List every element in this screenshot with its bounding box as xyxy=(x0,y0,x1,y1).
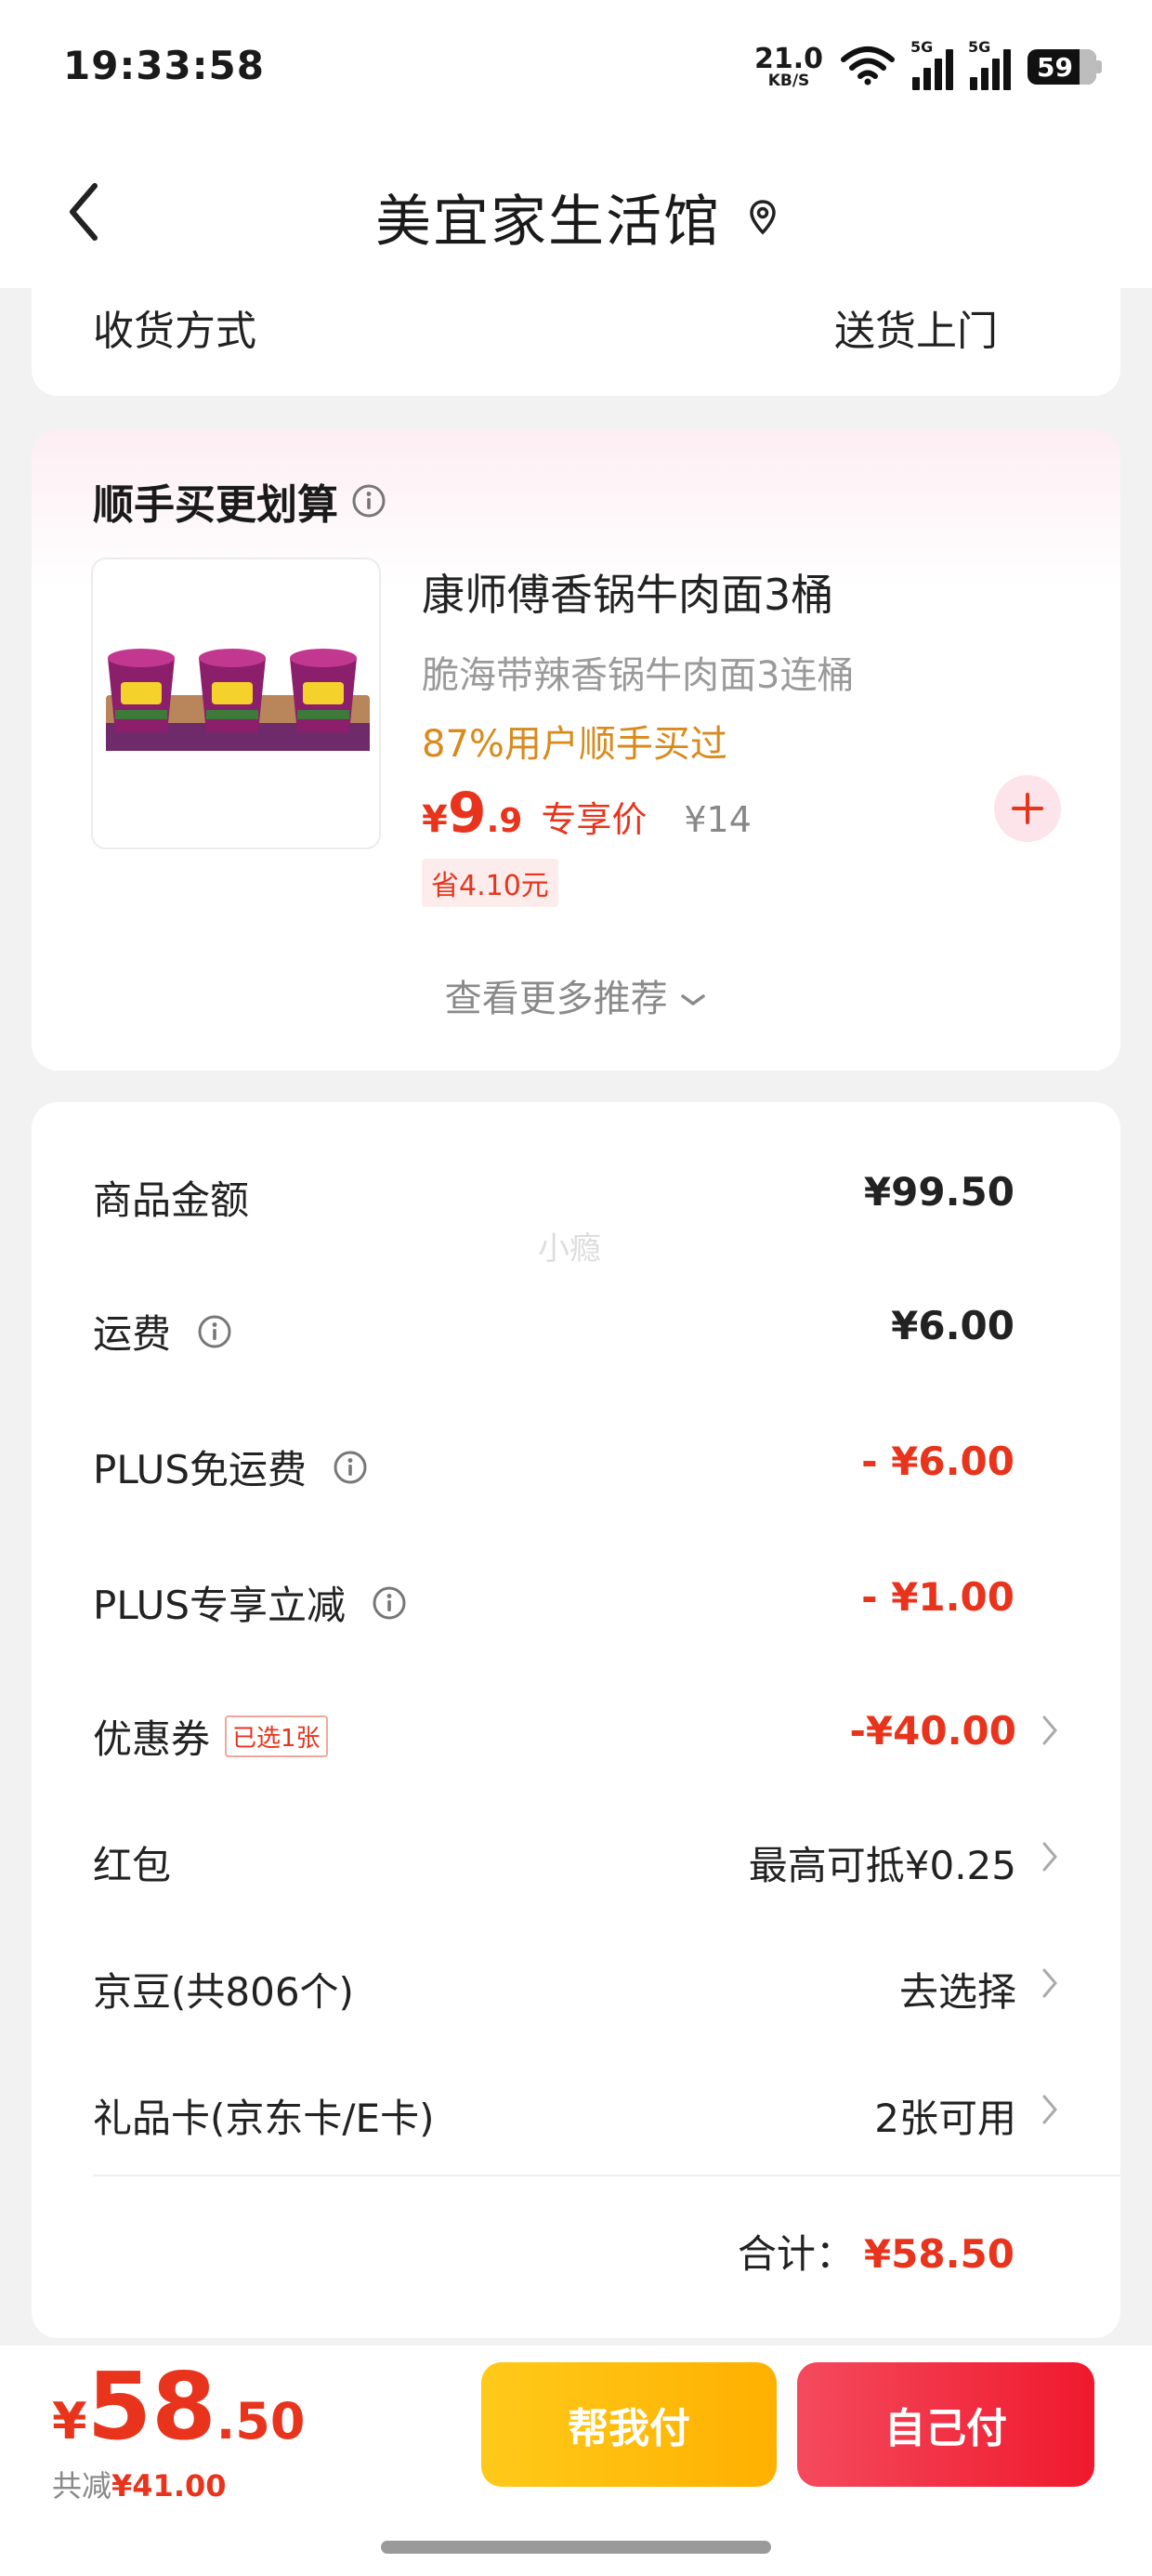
watermark-text: 小瘾 xyxy=(538,1230,601,1268)
row-label-text: 礼品卡(京东卡/E卡) xyxy=(93,2096,435,2141)
info-icon[interactable] xyxy=(333,1450,368,1485)
product-subtitle: 脆海带辣香锅牛肉面3连桶 xyxy=(422,654,855,697)
gift-card-row[interactable]: 礼品卡(京东卡/E卡) xyxy=(93,2087,434,2144)
price-currency: ¥ xyxy=(422,798,448,841)
network-speed: 21.0 KB/S xyxy=(753,42,823,90)
savings-badge: 省4.10元 xyxy=(422,859,558,907)
original-price: ¥14 xyxy=(684,799,752,840)
recommend-card: 顺手买更划算 康师傅香锅牛肉面3桶 脆海带辣香锅牛肉面3连桶 87%用户顺手买过… xyxy=(32,429,1120,1071)
more-recommend-link[interactable]: 查看更多推荐 xyxy=(32,968,1120,1022)
chevron-right-icon xyxy=(1042,1968,1057,1998)
pay-myself-button[interactable]: 自己付 xyxy=(797,2362,1094,2487)
coupon-row[interactable]: 优惠券 已选1张 xyxy=(93,1708,328,1765)
chevron-right-icon xyxy=(1042,1715,1057,1745)
payable-currency: ¥ xyxy=(52,2392,87,2451)
page-title: 美宜家生活馆 xyxy=(0,177,1152,257)
exclusive-price-label: 专享价 xyxy=(541,799,648,840)
red-packet-row[interactable]: 红包 xyxy=(93,1834,171,1891)
row-label-text: PLUS专享立减 xyxy=(93,1583,347,1628)
location-pin-icon[interactable] xyxy=(749,185,777,250)
status-bar: 19:33:58 21.0 KB/S 5G 5G 59 xyxy=(0,0,1152,139)
coupon-selected-badge: 已选1张 xyxy=(225,1715,328,1757)
gift-card-value[interactable]: 2张可用 xyxy=(874,2087,1016,2144)
shipping-fee-value: ¥6.00 xyxy=(891,1303,1015,1348)
total-value: ¥58.50 xyxy=(863,2231,1015,2277)
plus-icon xyxy=(1012,793,1043,824)
chevron-right-icon xyxy=(1042,2095,1057,2124)
signal-type-label: 5G xyxy=(968,38,991,56)
row-label-text: 京豆(共806个) xyxy=(93,1969,354,2015)
shipping-fee-label: 运费 xyxy=(93,1303,232,1360)
chevron-down-icon xyxy=(681,994,706,1006)
wifi-icon xyxy=(840,45,896,89)
info-icon[interactable] xyxy=(351,483,386,519)
goods-amount-label: 商品金额 xyxy=(93,1169,249,1226)
price-decimal: .9 xyxy=(486,802,523,840)
red-packet-value[interactable]: 最高可抵¥0.25 xyxy=(749,1834,1016,1891)
network-speed-unit: KB/S xyxy=(767,71,810,90)
jd-beans-value[interactable]: 去选择 xyxy=(899,1961,1016,2017)
signal-icon: 5G xyxy=(968,38,1011,90)
store-name: 美宜家生活馆 xyxy=(375,190,721,255)
price-summary-card: 小瘾 商品金额 ¥99.50 运费 ¥6.00 PLUS免运费 - ¥6.00 … xyxy=(32,1102,1120,2338)
home-indicator[interactable] xyxy=(381,2541,771,2554)
payable-amount: ¥ 58 .50 xyxy=(52,2360,305,2453)
add-to-cart-button[interactable] xyxy=(994,775,1061,842)
total-savings-label: 共减 xyxy=(52,2468,112,2504)
help-me-pay-button[interactable]: 帮我付 xyxy=(481,2362,777,2487)
product-bought-rate: 87%用户顺手买过 xyxy=(422,723,727,766)
battery-icon: 59 xyxy=(1028,49,1102,85)
signal-icon: 5G xyxy=(910,38,953,90)
info-icon[interactable] xyxy=(197,1314,232,1349)
row-label-text: 优惠券 xyxy=(93,1716,211,1762)
status-icons: 21.0 KB/S 5G 5G 59 xyxy=(753,38,1102,93)
product-price-row: ¥ 9 .9 专享价 ¥14 xyxy=(422,781,752,846)
info-icon[interactable] xyxy=(372,1585,407,1621)
delivery-card: 收货方式 送货上门 xyxy=(32,269,1120,396)
jd-beans-row[interactable]: 京豆(共806个) xyxy=(93,1961,354,2017)
goods-amount-value: ¥99.50 xyxy=(863,1169,1015,1215)
battery-level: 59 xyxy=(1037,51,1073,83)
more-recommend-label: 查看更多推荐 xyxy=(444,978,668,1020)
row-label-text: 红包 xyxy=(93,1843,172,1888)
chevron-right-icon xyxy=(1042,1842,1057,1872)
coupon-value[interactable]: -¥40.00 xyxy=(849,1708,1016,1754)
delivery-method-label: 收货方式 xyxy=(93,308,256,355)
divider xyxy=(93,2175,1120,2176)
delivery-method-value[interactable]: 送货上门 xyxy=(834,297,998,357)
product-name[interactable]: 康师傅香锅牛肉面3桶 xyxy=(422,561,833,623)
nav-bar: 美宜家生活馆 xyxy=(0,139,1152,288)
row-label-text: PLUS免运费 xyxy=(93,1447,308,1492)
checkout-bar: ¥ 58 .50 共减¥41.00 帮我付 自己付 xyxy=(0,2346,1152,2576)
status-time: 19:33:58 xyxy=(63,43,265,88)
total-savings: 共减¥41.00 xyxy=(52,2463,227,2505)
total-row: 合计： ¥58.50 xyxy=(738,2223,1015,2280)
total-savings-value: ¥41.00 xyxy=(111,2468,227,2504)
plus-free-shipping-label: PLUS免运费 xyxy=(93,1439,368,1495)
recommend-title-text: 顺手买更划算 xyxy=(93,481,338,529)
price-integer: 9 xyxy=(447,781,487,846)
network-speed-value: 21.0 xyxy=(753,42,823,75)
payable-decimal: .50 xyxy=(216,2392,306,2451)
product-image[interactable] xyxy=(91,558,381,849)
total-label: 合计： xyxy=(737,2231,855,2277)
payable-integer: 58 xyxy=(86,2352,216,2461)
recommend-title: 顺手买更划算 xyxy=(93,471,386,531)
plus-discount-value: - ¥1.00 xyxy=(861,1574,1015,1620)
row-label-text: 商品金额 xyxy=(93,1177,250,1223)
row-label-text: 运费 xyxy=(93,1311,172,1357)
plus-free-shipping-value: - ¥6.00 xyxy=(861,1439,1015,1484)
plus-discount-label: PLUS专享立减 xyxy=(93,1574,407,1631)
signal-type-label: 5G xyxy=(910,38,934,56)
